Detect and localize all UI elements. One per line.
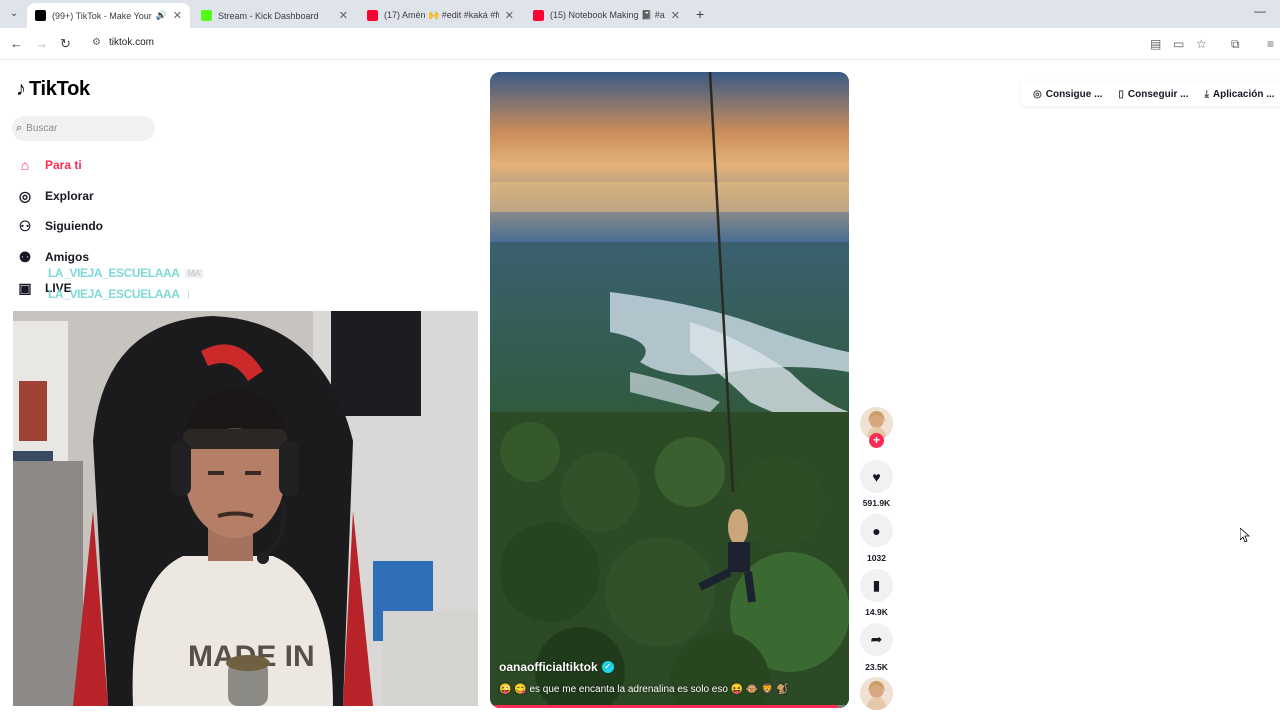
nav-item-para-ti[interactable]: ⌂ Para ti (16, 154, 82, 176)
sound-avatar-image (860, 677, 893, 710)
top-action-label: Aplicación ... (1212, 88, 1275, 100)
close-tab-icon[interactable]: ✕ (339, 9, 348, 22)
home-icon: ⌂ (20, 157, 30, 173)
youtube-favicon-icon (367, 10, 378, 21)
friends-icon: ⚉ (18, 249, 32, 265)
like-button[interactable]: ♥ (860, 460, 893, 493)
nav-item-siguiendo[interactable]: ⚇ Siguiendo (16, 215, 103, 237)
verified-badge-icon: ✓ (601, 661, 614, 673)
youtube-favicon-icon (533, 10, 544, 21)
search-icon: ⌕ (16, 122, 23, 134)
overlay-tag: | (187, 289, 190, 299)
browser-tab-tiktok[interactable]: (99+) TikTok - Make Your Da 🔊 ✕ (27, 3, 190, 28)
tiktok-note-icon: ♪ (16, 78, 26, 100)
phone-icon: ▯ (1118, 88, 1124, 100)
share-arrow-icon: ➦ (870, 631, 883, 647)
close-tab-icon[interactable]: ✕ (671, 9, 680, 22)
tiktok-favicon-icon (35, 10, 46, 21)
follow-plus-button[interactable]: + (869, 433, 884, 448)
site-info-icon[interactable]: ⚙ (92, 37, 101, 48)
coin-icon: ◎ (1033, 88, 1042, 100)
tab-search-chevron-icon[interactable]: ⌄ (6, 6, 22, 22)
get-coins-button[interactable]: ◎ Consigue ... (1025, 89, 1110, 100)
stream-overlay-name: LA_VIEJA_ESCUELAAA MiA (48, 266, 204, 280)
nav-label: Amigos (45, 250, 90, 264)
browser-toolbar: ← → ↻ ⚙ tiktok.com ▤ ▭ ☆ ⧉ ≡ (0, 28, 1280, 60)
video-caption: 😜 😋 es que me encanta la adrenalina es s… (499, 684, 789, 695)
download-icon: ⤓ (1204, 88, 1209, 100)
top-actions-bar: ◎ Consigue ... ▯ Conseguir ... ⤓ Aplicac… (1021, 82, 1280, 106)
video-progress-fill (490, 705, 839, 708)
sound-avatar[interactable] (860, 677, 893, 710)
top-action-label: Conseguir ... (1127, 88, 1189, 100)
address-bar[interactable]: ⚙ tiktok.com (86, 31, 1216, 57)
bookmark-star-icon[interactable]: ☆ (1196, 36, 1207, 52)
video-frame-image (490, 72, 849, 708)
search-input[interactable] (26, 123, 137, 134)
comment-count: 1032 (867, 553, 886, 563)
webcam-image: MADE IN (13, 311, 478, 706)
nav-label: Para ti (45, 158, 82, 172)
translate-icon[interactable]: ▤ (1150, 36, 1161, 52)
overlay-username: LA_VIEJA_ESCUELAAA (48, 266, 180, 280)
top-action-label: Consigue ... (1045, 88, 1103, 100)
nav-item-explorar[interactable]: ◎ Explorar (16, 185, 94, 207)
video-player[interactable]: oanaofficialtiktok ✓ 😜 😋 es que me encan… (490, 72, 849, 708)
nav-label: Siguiendo (45, 219, 103, 233)
tab-title: (15) Notebook Making 📓 #ash (550, 10, 665, 20)
tab-title: (17) Amén 🙌 #edit #kaká #fut (384, 10, 499, 20)
share-button[interactable]: ➦ (860, 623, 893, 656)
forward-arrow-icon[interactable]: → (35, 36, 48, 52)
share-count: 23.5K (865, 662, 888, 672)
stream-overlay-name: LA_VIEJA_ESCUELAAA | (48, 287, 192, 301)
extensions-icon[interactable]: ⧉ (1231, 36, 1240, 52)
browser-tab-youtube-amen[interactable]: (17) Amén 🙌 #edit #kaká #fut ✕ (359, 3, 522, 28)
kick-favicon-icon (201, 10, 212, 21)
search-box[interactable]: ⌕ (12, 116, 155, 141)
side-panel-icon[interactable]: ≡ (1267, 36, 1274, 52)
speaker-icon[interactable]: 🔊 (156, 10, 167, 21)
minimize-window-button[interactable]: — (1254, 4, 1266, 18)
browser-tab-strip: ⌄ (99+) TikTok - Make Your Da 🔊 ✕ Stream… (0, 0, 1280, 28)
comment-button[interactable]: ● (860, 514, 893, 547)
video-progress-bar[interactable] (490, 705, 849, 708)
overlay-username: LA_VIEJA_ESCUELAAA (48, 287, 180, 301)
mouse-cursor-icon (1240, 528, 1250, 542)
browser-tab-youtube-notebook[interactable]: (15) Notebook Making 📓 #ash ✕ (525, 3, 688, 28)
following-icon: ⚇ (18, 218, 32, 234)
download-app-button[interactable]: ⤓ Aplicación ... (1196, 89, 1280, 100)
heart-icon: ♥ (872, 468, 881, 485)
bookmark-icon: ▮ (872, 577, 881, 593)
get-app-button[interactable]: ▯ Conseguir ... (1110, 89, 1196, 100)
like-count: 591.9K (862, 498, 891, 508)
logo-text: TikTok (29, 78, 90, 100)
webcam-feed: MADE IN (13, 311, 478, 706)
tab-title: (99+) TikTok - Make Your Da (52, 10, 152, 21)
browser-tab-kick[interactable]: Stream - Kick Dashboard ✕ (193, 3, 356, 28)
cast-icon[interactable]: ▭ (1173, 36, 1184, 52)
close-tab-icon[interactable]: ✕ (173, 9, 182, 22)
save-count: 14.9K (865, 607, 888, 617)
overlay-tag: MiA (184, 268, 204, 278)
nav-item-amigos[interactable]: ⚉ Amigos (16, 246, 89, 268)
url-text[interactable]: tiktok.com (109, 37, 154, 48)
compass-icon: ◎ (18, 188, 32, 204)
back-arrow-icon[interactable]: ← (10, 36, 23, 52)
reload-icon[interactable]: ↻ (60, 36, 71, 52)
comment-bubble-icon: ● (872, 522, 881, 539)
save-button[interactable]: ▮ (860, 569, 893, 602)
video-author-name[interactable]: oanaofficialtiktok ✓ (499, 660, 614, 674)
tab-title: Stream - Kick Dashboard (218, 10, 319, 21)
tiktok-logo[interactable]: ♪ TikTok (16, 78, 90, 101)
nav-label: Explorar (45, 189, 94, 203)
new-tab-button[interactable]: + (696, 6, 704, 22)
live-icon: ▣ (18, 280, 32, 296)
author-handle[interactable]: oanaofficialtiktok (499, 660, 598, 674)
close-tab-icon[interactable]: ✕ (505, 9, 514, 22)
